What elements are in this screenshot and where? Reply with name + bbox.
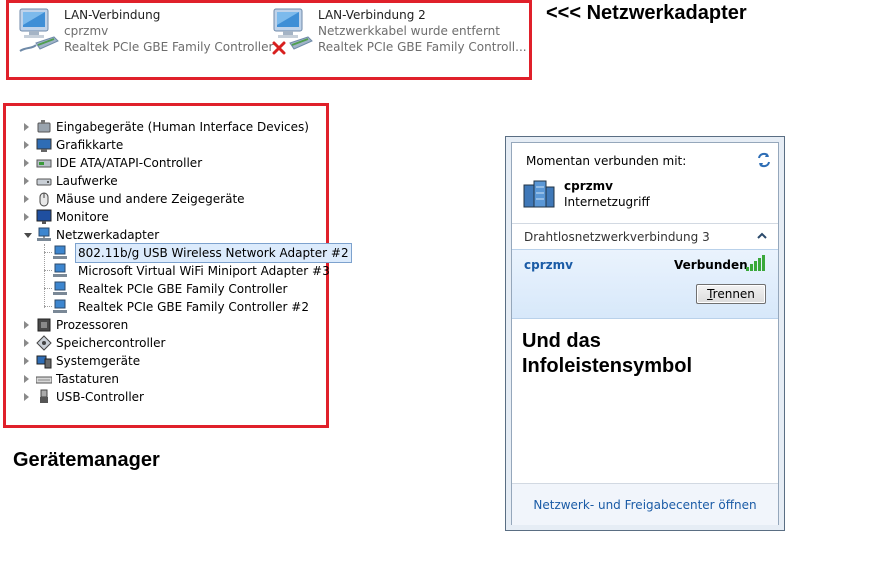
network-adapter-icon: [52, 263, 68, 279]
devmgr-child-label: Realtek PCIe GBE Family Controller #2: [78, 300, 309, 314]
wifi-network-item[interactable]: cprzmv Verbunden Trennen: [512, 249, 778, 319]
devmgr-child-label: 802.11b/g USB Wireless Network Adapter #…: [75, 243, 352, 263]
usb-icon: [36, 389, 52, 405]
wifi-status: Verbunden: [674, 258, 748, 272]
devmgr-item-label: Mäuse und andere Zeigegeräte: [56, 192, 245, 206]
mouse-icon: [36, 191, 52, 207]
devmgr-item-label: Monitore: [56, 210, 109, 224]
network-adapter-annotation: <<< Netzwerkadapter: [546, 2, 747, 24]
connected-heading: Momentan verbunden mit:: [526, 154, 687, 168]
tray-footer: Netzwerk- und Freigabecenter öffnen: [512, 483, 778, 525]
devmgr-child-label: Microsoft Virtual WiFi Miniport Adapter …: [78, 264, 330, 278]
wifi-network-name: cprzmv: [524, 258, 573, 272]
devmgr-item-label: USB-Controller: [56, 390, 144, 404]
expand-arrow-icon[interactable]: [24, 375, 29, 383]
devmgr-item-label: IDE ATA/ATAPI-Controller: [56, 156, 203, 170]
ide-controller-icon: [36, 155, 52, 171]
network-connection-icon: [14, 7, 60, 57]
adapter-lan-verbindung-2[interactable]: LAN-Verbindung 2 Netzwerkkabel wurde ent…: [266, 5, 527, 65]
keyboard-icon: [35, 371, 53, 387]
network-adapter-icon: [52, 299, 68, 315]
devmgr-item-label: Eingabegeräte (Human Interface Devices): [56, 120, 309, 134]
device-manager-annotation: Gerätemanager: [13, 449, 160, 471]
network-globe-icon: [523, 180, 555, 208]
storage-controller-icon: [36, 335, 52, 351]
expand-arrow-icon[interactable]: [24, 123, 29, 131]
expand-arrow-icon[interactable]: [24, 141, 29, 149]
wireless-section-label: Drahtlosnetzwerkverbindung 3: [524, 230, 710, 244]
network-adapters-panel: LAN-Verbindung cprzmv Realtek PCIe GBE F…: [6, 0, 532, 80]
refresh-icon[interactable]: [755, 151, 773, 169]
monitor-icon: [36, 209, 52, 225]
network-sharing-center-link[interactable]: Netzwerk- und Freigabecenter öffnen: [512, 498, 778, 512]
adapter-device: Realtek PCIe GBE Family Controll...: [318, 40, 527, 54]
adapter-device: Realtek PCIe GBE Family Controller: [64, 40, 274, 54]
devmgr-item-label: Speichercontroller: [56, 336, 166, 350]
tray-annotation: Und das Infoleistensymbol: [522, 330, 693, 377]
disconnected-x-icon: [272, 41, 286, 55]
disconnect-button[interactable]: Trennen: [696, 284, 766, 304]
system-devices-icon: [36, 353, 52, 369]
expand-arrow-icon[interactable]: [24, 393, 29, 401]
expand-arrow-icon[interactable]: [24, 159, 29, 167]
network-tray-popup: Momentan verbunden mit: cprzmv Internetz…: [505, 136, 785, 531]
expand-arrow-icon[interactable]: [24, 177, 29, 185]
hid-icon: [36, 119, 52, 135]
processor-icon: [36, 317, 52, 333]
chevron-up-icon[interactable]: [757, 232, 767, 240]
disk-drive-icon: [36, 173, 52, 189]
expand-arrow-icon[interactable]: [24, 339, 29, 347]
expand-arrow-icon[interactable]: [24, 321, 29, 329]
adapter-name: LAN-Verbindung 2: [318, 8, 426, 22]
signal-strength-icon: [746, 255, 765, 271]
display-adapter-icon: [36, 137, 52, 153]
devmgr-item-label: Prozessoren: [56, 318, 129, 332]
wireless-section-header[interactable]: Drahtlosnetzwerkverbindung 3: [512, 224, 778, 248]
expand-arrow-icon[interactable]: [24, 357, 29, 365]
adapter-lan-verbindung[interactable]: LAN-Verbindung cprzmv Realtek PCIe GBE F…: [12, 5, 273, 65]
devmgr-item-label: Laufwerke: [56, 174, 118, 188]
devmgr-item-label: Netzwerkadapter: [56, 228, 160, 242]
devmgr-item-label: Systemgeräte: [56, 354, 141, 368]
device-manager-panel: Eingabegeräte (Human Interface Devices) …: [3, 103, 352, 428]
expand-arrow-icon[interactable]: [24, 195, 29, 203]
connected-network-access: Internetzugriff: [564, 195, 650, 209]
connected-network-name: cprzmv: [564, 179, 613, 193]
expand-arrow-icon[interactable]: [24, 213, 29, 221]
network-adapter-icon: [36, 227, 52, 243]
collapse-arrow-icon[interactable]: [24, 233, 32, 238]
devmgr-item-label: Grafikkarte: [56, 138, 124, 152]
devmgr-child-label: Realtek PCIe GBE Family Controller: [78, 282, 288, 296]
adapter-status: cprzmv: [64, 24, 109, 38]
network-adapter-icon: [52, 281, 68, 297]
adapter-name: LAN-Verbindung: [64, 8, 161, 22]
adapter-status: Netzwerkkabel wurde entfernt: [318, 24, 500, 38]
network-adapter-icon: [52, 245, 68, 261]
devmgr-item-label: Tastaturen: [56, 372, 119, 386]
